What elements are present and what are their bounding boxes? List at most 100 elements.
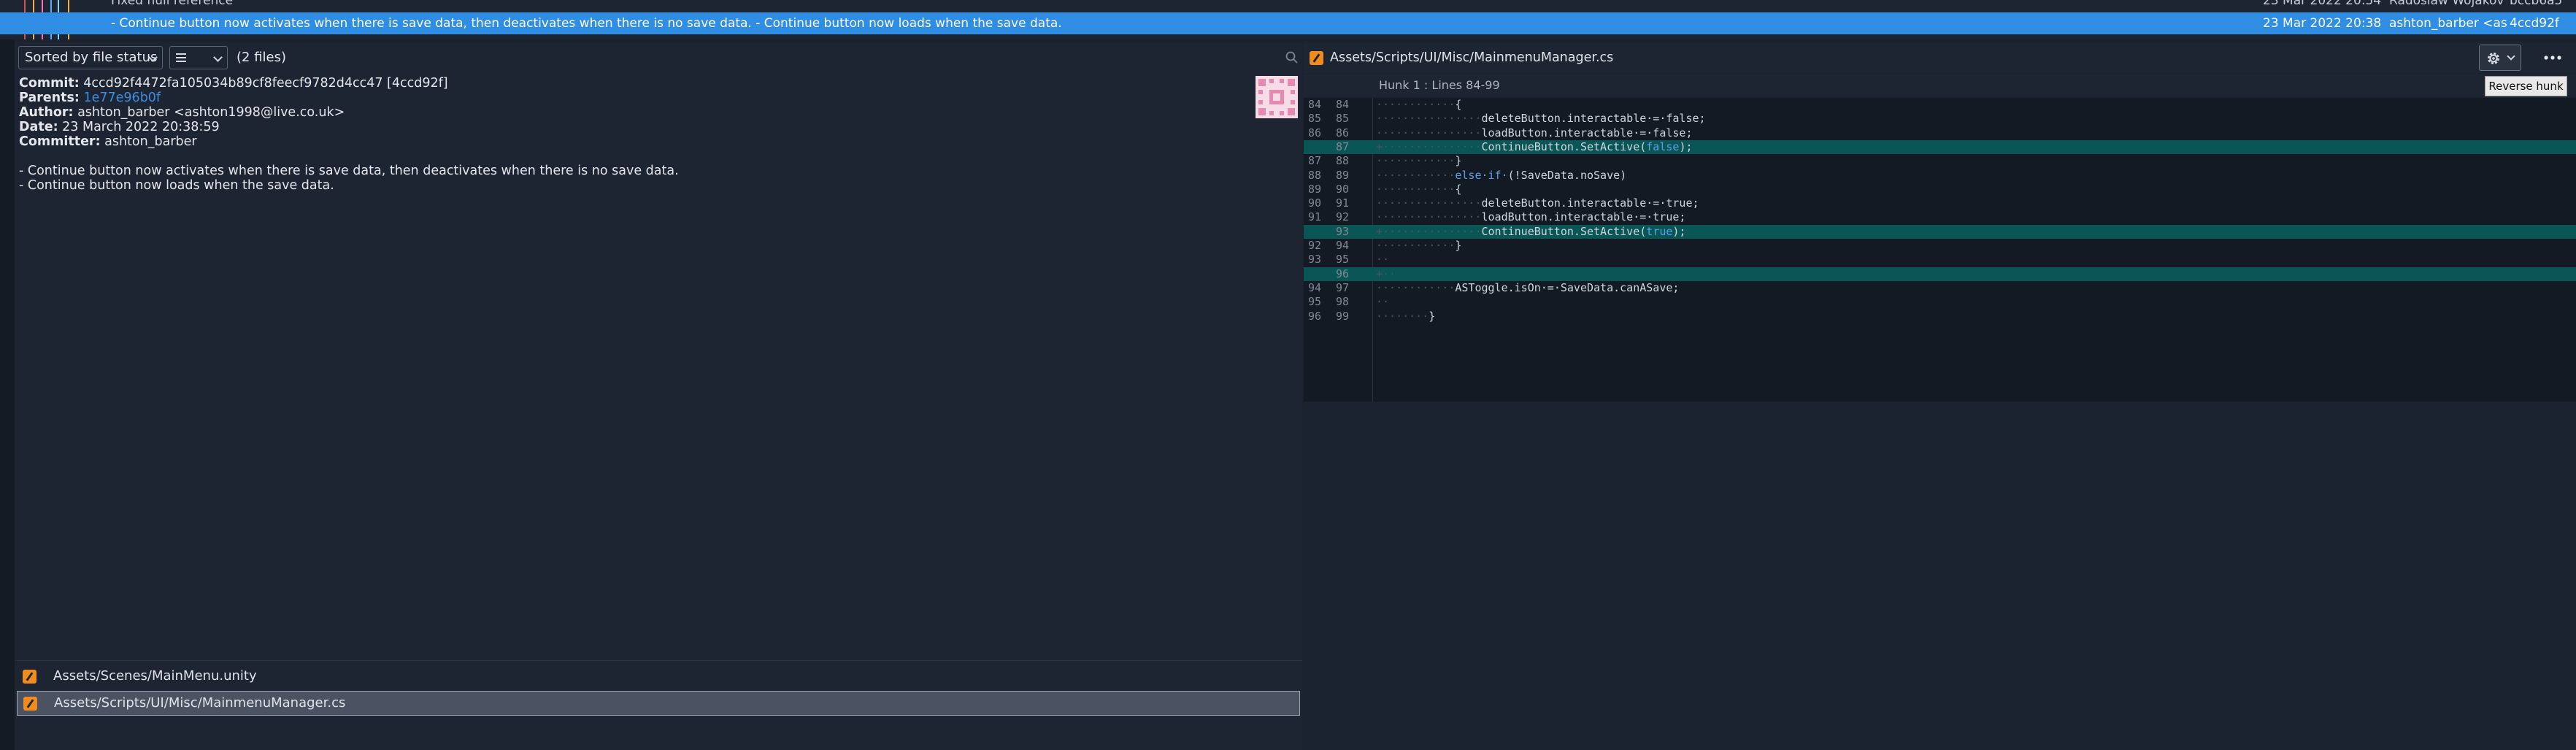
diff-view: 84 84 ············{85 85 ················del… (1304, 98, 2576, 402)
old-line-number: 88 (1307, 168, 1321, 182)
diff-settings-button[interactable] (2479, 45, 2521, 71)
whitespace-markers: +··············· (1376, 139, 1482, 153)
diff-line[interactable]: 92 94 ············} (1304, 239, 2576, 253)
diff-line-added[interactable]: 93 +···············ContinueButton.SetActi… (1304, 224, 2576, 239)
code-text: ············ASToggle.isOn·=·SaveData.can… (1376, 281, 1679, 295)
commit-date: 23 Mar 2022 20:54 (2263, 0, 2382, 8)
whitespace-markers: ·· (1376, 253, 1390, 267)
old-line-number: 95 (1307, 295, 1321, 309)
code-text: ············else·if·(!SaveData.noSave) (1376, 169, 1626, 183)
author-line: Author: ashton_barber <ashton1998@live.c… (19, 105, 345, 120)
whitespace-markers: +··············· (1376, 224, 1482, 238)
code-content: loadButton.interactable·=·true; (1481, 210, 1686, 224)
old-line-number: 93 (1307, 253, 1321, 267)
code-text: +·· (1376, 267, 1396, 281)
code-content: ASToggle.isOn·=·SaveData.canASave; (1455, 280, 1680, 294)
diff-line[interactable]: 90 91 ················deleteButton.interac… (1304, 196, 2576, 210)
search-icon[interactable] (1285, 50, 1299, 65)
commit-hash[interactable]: 4ccd92f4472fa105034b89cf8feecf9782d4cc47… (83, 76, 447, 91)
new-line-number: 92 (1335, 210, 1349, 224)
diff-line[interactable]: 91 92 ················loadButton.interacta… (1304, 210, 2576, 224)
diff-line-added[interactable]: 87 +···············ContinueButton.SetActi… (1304, 139, 2576, 155)
old-line-number: 96 (1307, 309, 1321, 323)
more-icon[interactable] (2540, 45, 2566, 71)
files-count: (2 files) (237, 50, 287, 65)
commit-message: Fixed null reference (111, 0, 234, 8)
committer-value: ashton_barber (104, 134, 197, 149)
code-literal: true (1646, 224, 1673, 238)
commit-message: - Continue button now activates when the… (111, 16, 1062, 31)
commit-row[interactable] (0, 35, 2576, 39)
diff-line[interactable]: 84 84 ············{ (1304, 98, 2576, 112)
commit-message-line: - Continue button now activates when the… (19, 164, 679, 178)
gear-icon (2488, 53, 2499, 64)
commit-row[interactable]: Fixed null reference 23 Mar 2022 20:54 R… (0, 0, 2576, 12)
new-line-number: 91 (1335, 196, 1349, 210)
diff-line[interactable]: 95 98 ·· (1304, 295, 2576, 309)
code-text: +···············ContinueButton.SetActive… (1376, 225, 1685, 239)
new-line-number: 89 (1335, 168, 1349, 182)
parent-link[interactable]: 1e77e96b0f (83, 91, 161, 105)
file-list-item[interactable]: Assets/Scenes/MainMenu.unity (17, 665, 1300, 689)
commit-hash-line: Commit: 4ccd92f4472fa105034b89cf8feecf97… (19, 76, 448, 91)
chevron-down-icon (2507, 52, 2515, 61)
diff-line[interactable]: 93 95 ·· (1304, 253, 2576, 267)
code-text: ············{ (1376, 98, 1461, 112)
diff-file-path: Assets/Scripts/UI/Misc/MainmenuManager.c… (1330, 50, 1614, 65)
code-text: ········} (1376, 310, 1435, 324)
code-text: ············} (1376, 154, 1461, 168)
code-text: ············} (1376, 239, 1461, 253)
code-content: { (1455, 98, 1462, 111)
sort-select-value: Sorted by file status (25, 50, 158, 65)
modified-file-icon (1310, 51, 1323, 65)
code-content: loadButton.interactable·=·false; (1481, 126, 1693, 139)
whitespace-markers: ············ (1376, 98, 1456, 111)
new-line-number: 95 (1335, 253, 1349, 267)
code-text: ·· (1376, 295, 1389, 309)
divider (15, 660, 1302, 661)
commit-sha: bccb6a5 (2510, 0, 2563, 8)
diff-line-added[interactable]: 96 +·· (1304, 267, 2576, 281)
code-text: ·· (1376, 253, 1389, 267)
code-content: (!SaveData.noSave) (1507, 168, 1627, 182)
sort-select[interactable]: Sorted by file status (18, 46, 163, 69)
old-line-number: 85 (1307, 112, 1321, 126)
new-line-number: 94 (1335, 239, 1349, 252)
diff-line[interactable]: 88 89 ············else·if·(!SaveData.noSav… (1304, 169, 2576, 183)
diff-line[interactable]: 86 86 ················loadButton.interacta… (1304, 126, 2576, 140)
commit-message-line: - Continue button now loads when the sav… (19, 178, 334, 193)
whitespace-markers: ············ (1376, 280, 1456, 294)
committer-line: Committer: ashton_barber (19, 134, 197, 149)
diff-header: Assets/Scripts/UI/Misc/MainmenuManager.c… (1304, 42, 2576, 73)
diff-line[interactable]: 87 88 ············} (1304, 154, 2576, 168)
commit-details-panel: Sorted by file status (2 files) Commit: … (15, 42, 1302, 750)
code-text: ············{ (1376, 183, 1461, 196)
old-line-number: 86 (1307, 126, 1321, 139)
view-mode-select[interactable] (169, 46, 228, 69)
diff-line[interactable]: 96 99 ········} (1304, 310, 2576, 324)
whitespace-markers: ················ (1376, 196, 1482, 210)
new-line-number: 85 (1335, 112, 1349, 126)
commit-date: 23 Mar 2022 20:38 (2263, 16, 2382, 31)
whitespace-markers: ············ (1376, 239, 1456, 252)
old-line-number: 94 (1307, 280, 1321, 294)
file-list-item-selected[interactable]: Assets/Scripts/UI/Misc/MainmenuManager.c… (17, 691, 1300, 716)
new-line-number: 99 (1335, 309, 1349, 323)
commit-author: Radoslaw Wojakov (2389, 0, 2504, 8)
reverse-hunk-button[interactable]: Reverse hunk (2485, 76, 2567, 96)
diff-panel: Assets/Scripts/UI/Misc/MainmenuManager.c… (1304, 42, 2576, 750)
new-line-number: 93 (1335, 224, 1349, 238)
new-line-number: 98 (1335, 295, 1349, 309)
new-line-number: 97 (1335, 280, 1349, 294)
diff-line[interactable]: 85 85 ················deleteButton.interac… (1304, 112, 2576, 126)
code-content: { (1455, 182, 1462, 196)
diff-line[interactable]: 94 97 ············ASToggle.isOn·=·SaveData… (1304, 281, 2576, 295)
modified-file-icon (23, 670, 36, 684)
new-line-number: 86 (1335, 126, 1349, 139)
commit-row-selected[interactable]: - Continue button now activates when the… (0, 12, 2576, 34)
hunk-label: Hunk 1 : Lines 84-99 (1379, 78, 1500, 92)
chevron-down-icon (213, 53, 223, 62)
diff-line[interactable]: 89 90 ············{ (1304, 183, 2576, 196)
new-line-number: 96 (1335, 267, 1349, 280)
old-line-number: 92 (1307, 239, 1321, 252)
